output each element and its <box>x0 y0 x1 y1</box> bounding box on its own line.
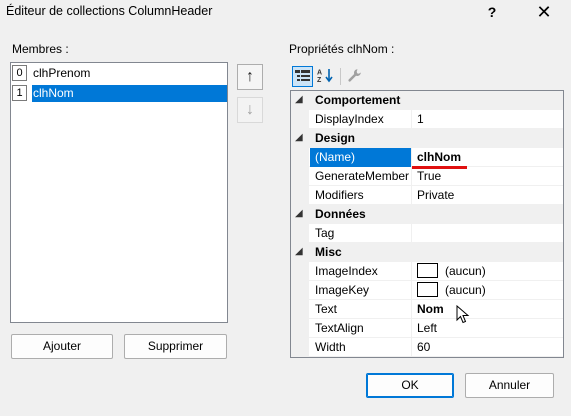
category-label: Misc <box>315 245 342 259</box>
property-row-name[interactable]: (Name) clhNom <box>291 148 563 167</box>
property-value[interactable]: clhNom <box>413 148 563 167</box>
member-index: 0 <box>12 65 27 81</box>
row-gutter <box>291 186 309 205</box>
alphabetical-button[interactable]: A Z <box>315 66 336 87</box>
remove-button[interactable]: Supprimer <box>124 334 227 359</box>
text-cursor-icon <box>456 305 470 324</box>
image-preview-box <box>417 263 438 279</box>
property-value[interactable]: 1 <box>413 110 563 129</box>
row-gutter <box>291 110 309 129</box>
row-gutter <box>291 224 309 243</box>
property-row-imagekey[interactable]: ImageKey (aucun) <box>291 281 563 300</box>
category-donnees[interactable]: ◢ Données <box>291 205 563 224</box>
category-label: Design <box>315 131 356 145</box>
property-row-modifiers[interactable]: Modifiers Private <box>291 186 563 205</box>
row-gutter <box>291 338 309 357</box>
window-title: Éditeur de collections ColumnHeader <box>6 4 213 18</box>
toolbar-separator <box>340 68 341 85</box>
list-item-selected[interactable]: 1 clhNom <box>11 84 227 103</box>
property-name: Text <box>310 300 412 319</box>
ok-button[interactable]: OK <box>366 373 454 398</box>
move-up-button[interactable]: ↑ <box>237 64 263 90</box>
svg-text:A: A <box>317 70 322 77</box>
property-row-imageindex[interactable]: ImageIndex (aucun) <box>291 262 563 281</box>
member-name: clhPrenom <box>33 66 91 80</box>
property-value[interactable]: (aucun) <box>413 281 563 300</box>
categorized-button[interactable] <box>292 66 313 87</box>
members-label: Membres : <box>12 42 69 56</box>
collapse-icon[interactable]: ◢ <box>295 246 303 257</box>
move-down-button[interactable]: ↓ <box>237 97 263 123</box>
arrow-down-icon: ↓ <box>246 101 254 118</box>
property-value[interactable] <box>413 224 563 243</box>
help-button[interactable]: ? <box>479 1 505 23</box>
property-name: Modifiers <box>310 186 412 205</box>
alphabetical-sort-icon: A Z <box>317 69 333 84</box>
annotation-underline <box>412 166 467 169</box>
property-name: DisplayIndex <box>310 110 412 129</box>
svg-text:Z: Z <box>317 77 322 83</box>
property-name: Width <box>310 338 412 357</box>
category-misc[interactable]: ◢ Misc <box>291 243 563 262</box>
property-pages-button[interactable] <box>344 66 365 87</box>
properties-label: Propriétés clhNom : <box>289 42 395 56</box>
property-row-displayindex[interactable]: DisplayIndex 1 <box>291 110 563 129</box>
collapse-icon[interactable]: ◢ <box>295 132 303 143</box>
property-value[interactable]: 60 <box>413 338 563 357</box>
wrench-icon <box>348 69 361 82</box>
property-value[interactable]: Private <box>413 186 563 205</box>
property-row-width[interactable]: Width 60 <box>291 338 563 357</box>
collapse-icon[interactable]: ◢ <box>295 208 303 219</box>
property-row-textalign[interactable]: TextAlign Left <box>291 319 563 338</box>
member-name: clhNom <box>32 85 227 102</box>
cancel-button[interactable]: Annuler <box>465 373 554 398</box>
property-name: Tag <box>310 224 412 243</box>
categorized-view-icon <box>295 70 310 81</box>
property-value[interactable]: Left <box>413 319 563 338</box>
category-design[interactable]: ◢ Design <box>291 129 563 148</box>
property-value[interactable]: (aucun) <box>413 262 563 281</box>
property-grid[interactable]: ◢ Comportement DisplayIndex 1 ◢ Design (… <box>290 90 564 358</box>
property-name: TextAlign <box>310 319 412 338</box>
category-label: Données <box>315 207 366 221</box>
list-item[interactable]: 0 clhPrenom <box>11 64 227 83</box>
add-button[interactable]: Ajouter <box>11 334 113 359</box>
property-name: GenerateMember <box>310 167 412 186</box>
property-row-text[interactable]: Text Nom <box>291 300 563 319</box>
property-row-tag[interactable]: Tag <box>291 224 563 243</box>
row-gutter <box>291 319 309 338</box>
property-name: ImageKey <box>310 281 412 300</box>
close-button[interactable]: ✕ <box>531 1 557 23</box>
property-name: ImageIndex <box>310 262 412 281</box>
title-bar: Éditeur de collections ColumnHeader ? ✕ <box>0 0 571 26</box>
image-preview-box <box>417 282 438 298</box>
row-gutter <box>291 148 309 167</box>
property-value[interactable]: True <box>413 167 563 186</box>
row-gutter <box>291 167 309 186</box>
row-gutter <box>291 281 309 300</box>
category-comportement[interactable]: ◢ Comportement <box>291 91 563 110</box>
property-row-generatemember[interactable]: GenerateMember True <box>291 167 563 186</box>
collapse-icon[interactable]: ◢ <box>295 94 303 105</box>
row-gutter <box>291 300 309 319</box>
property-value[interactable]: Nom <box>413 300 563 319</box>
property-value-text: (aucun) <box>445 283 486 297</box>
members-list[interactable]: 0 clhPrenom 1 clhNom <box>10 62 228 323</box>
member-index: 1 <box>12 85 27 101</box>
arrow-up-icon: ↑ <box>246 68 254 85</box>
row-gutter <box>291 262 309 281</box>
property-value-text: (aucun) <box>445 264 486 278</box>
category-label: Comportement <box>315 93 401 107</box>
property-name: (Name) <box>310 148 412 167</box>
